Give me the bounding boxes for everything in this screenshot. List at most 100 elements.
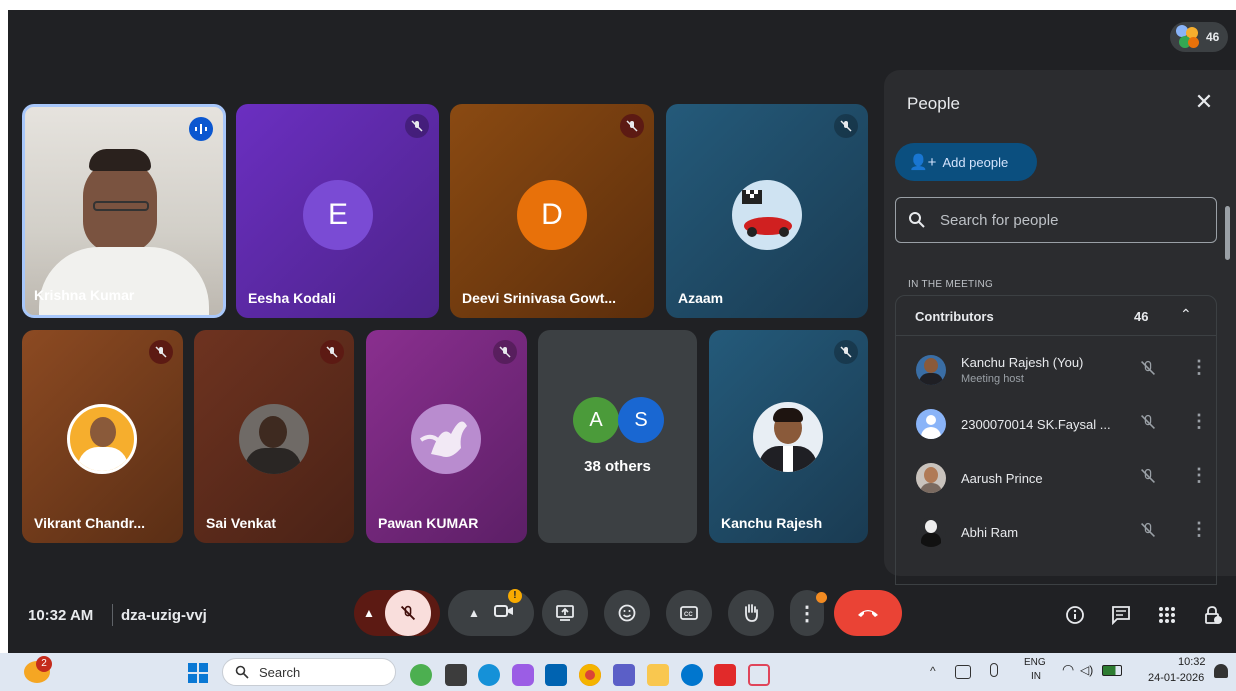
speaking-indicator-icon [189,117,213,141]
mic-options-chevron-icon[interactable]: ▲ [363,606,375,620]
copilot-icon[interactable] [512,664,534,686]
video-tile-krishna[interactable]: Krishna Kumar [22,104,226,318]
meeting-details-button[interactable] [1055,595,1095,635]
camera-button[interactable]: ! [493,588,522,624]
present-icon [556,605,574,621]
scrollbar-thumb[interactable] [1225,206,1230,260]
file-explorer-icon[interactable] [647,664,669,686]
panel-title: People [907,94,960,113]
camera-options-chevron-icon[interactable]: ▲ [468,606,480,620]
group-count: 46 [1134,309,1149,324]
tile-name: Pawan KUMAR [378,515,479,531]
notifications-bell-icon[interactable] [1214,664,1228,678]
contributors-header[interactable]: Contributors 46 ⌃ [896,296,1216,336]
info-icon [1066,606,1084,624]
microphone-icon[interactable] [990,663,998,677]
others-tile[interactable]: A S 38 others [538,330,697,543]
more-options-icon[interactable]: ⋮ [1190,411,1208,432]
avatar [239,404,309,474]
tile-name: Kanchu Rajesh [721,515,823,531]
battery-icon[interactable] [1102,665,1122,676]
search-people-field[interactable]: Search for people [895,197,1217,243]
tray-app-icon[interactable] [955,665,971,679]
video-tile-pawan[interactable]: Pawan KUMAR [366,330,527,543]
chevron-up-icon[interactable]: ⌃ [1180,306,1192,323]
race-car-avatar-icon [732,180,802,250]
wifi-icon[interactable]: ◠ [1062,661,1074,678]
show-hidden-icons-chevron-icon[interactable]: ^ [930,664,936,678]
video-tile-azaam[interactable]: Azaam [666,104,868,318]
chat-button[interactable] [1101,595,1141,635]
video-tile-deevi[interactable]: D Deevi Srinivasa Gowt... [450,104,654,318]
present-screen-button[interactable] [542,590,588,636]
more-options-icon[interactable]: ⋮ [1190,519,1208,540]
default-avatar-icon [916,409,946,439]
clock-time[interactable]: 10:32 [1178,656,1206,668]
mic-control: ▲ [354,590,440,636]
tile-name: Krishna Kumar [34,287,135,303]
leave-call-button[interactable] [834,590,902,636]
start-button[interactable] [188,663,208,683]
volume-icon[interactable]: ◁) [1080,663,1093,677]
divider [112,604,113,626]
person-name: Kanchu Rajesh (You) [961,355,1084,370]
raise-hand-button[interactable] [728,590,774,636]
captions-button[interactable]: CC [666,590,712,636]
dell-icon[interactable] [681,664,703,686]
clock-date[interactable]: 24-01-2026 [1148,672,1204,684]
person-row: 2300070014 SK.Faysal ... ⋮ [904,397,1224,451]
others-count: 38 others [584,458,651,475]
avatar-initial: A [573,397,619,443]
lang-bottom[interactable]: IN [1031,671,1041,682]
avatar-initial: S [618,397,664,443]
video-tile-eesha[interactable]: E Eesha Kodali [236,104,439,318]
taskbar-search-label: Search [259,664,301,680]
muted-mic-icon [834,340,858,364]
emoji-button[interactable] [604,590,650,636]
avatar [753,402,823,472]
mic-off-button[interactable] [384,590,431,636]
more-options-icon[interactable]: ⋮ [1190,357,1208,378]
add-people-label: Add people [942,154,1009,170]
video-tile-kanchu[interactable]: Kanchu Rajesh [709,330,868,543]
close-icon[interactable]: ✕ [1192,90,1216,114]
chat-icon [1112,606,1130,625]
more-options-icon[interactable]: ⋮ [1190,465,1208,486]
host-controls-button[interactable] [1193,595,1233,635]
muted-mic-icon [1139,359,1157,382]
muted-mic-icon [834,114,858,138]
teams-icon[interactable] [613,664,635,686]
person-name: Abhi Ram [961,525,1019,540]
video-tile-vikrant[interactable]: Vikrant Chandr... [22,330,183,543]
muted-mic-icon [1139,413,1157,436]
widgets-icon[interactable] [410,664,432,686]
more-vert-icon: ⋮ [797,602,817,625]
tile-name: Azaam [678,290,724,306]
activities-button[interactable] [1147,595,1187,635]
camera-icon [493,604,513,617]
lang-top[interactable]: ENG [1024,657,1046,668]
snipping-tool-icon[interactable] [748,664,770,686]
taskbar-search[interactable]: Search [222,658,396,686]
apps-grid-icon [1159,607,1175,623]
video-tile-sai[interactable]: Sai Venkat [194,330,354,543]
more-options-button[interactable]: ⋮ [790,590,827,636]
acrobat-icon[interactable] [714,664,736,686]
muted-mic-icon [405,114,429,138]
edge-browser-icon[interactable] [478,664,500,686]
tile-name: Sai Venkat [206,515,277,531]
mic-off-icon [400,605,416,621]
muted-mic-icon [1139,467,1157,490]
participants-badge[interactable]: 46 [1170,22,1228,52]
task-view-icon[interactable] [445,664,467,686]
search-icon [909,212,925,228]
avatar [916,517,946,547]
meet-window: 46 Krishna Kumar E Eesha Kodali D Deevi … [8,10,1236,653]
add-person-icon: 👤+ [909,154,937,171]
search-icon [235,665,249,679]
taskbar: 2 Search ^ ENG IN ◠ ◁) 10:32 24-01-2026 [0,653,1236,691]
add-people-button[interactable]: 👤+ Add people [895,143,1037,181]
chrome-icon[interactable] [579,664,601,686]
tile-name: Eesha Kodali [248,290,336,306]
store-icon[interactable] [545,664,567,686]
